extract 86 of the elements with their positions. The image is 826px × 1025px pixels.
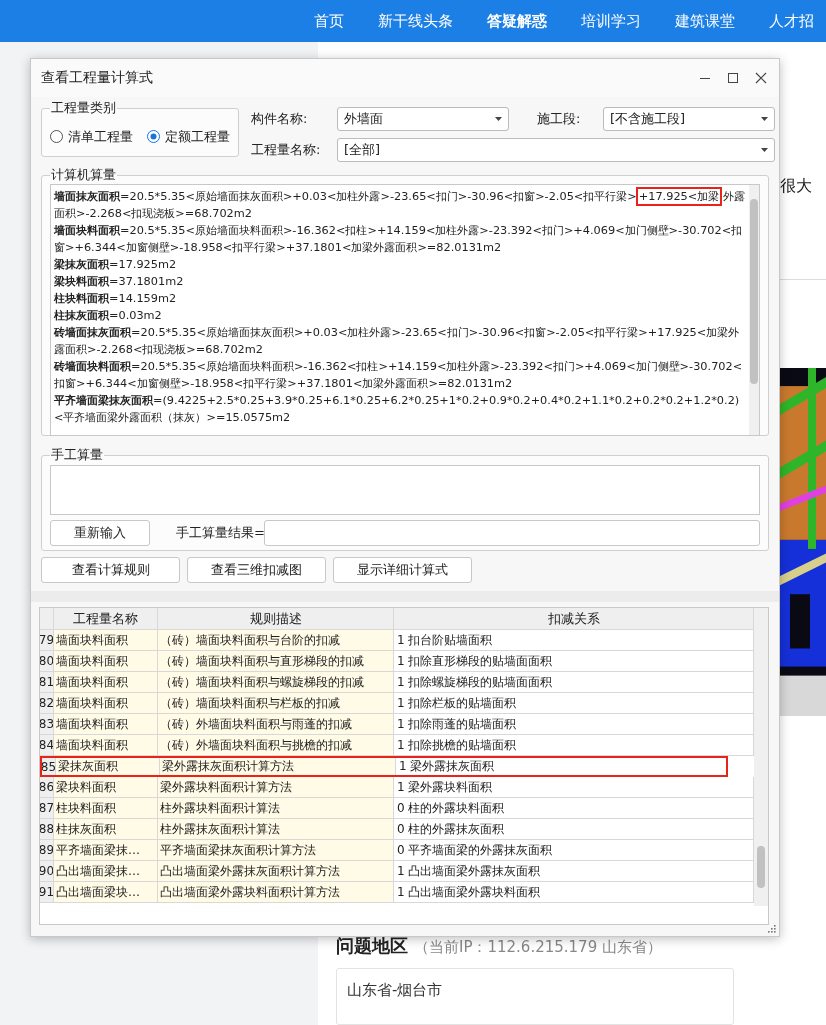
field-label: 构件名称: [251, 110, 309, 128]
table-cell: 平齐墙面梁抹… [54, 840, 158, 860]
group-label: 计算机算量 [50, 166, 117, 184]
section-title: 问题地区 [336, 934, 408, 959]
caret-icon[interactable] [761, 148, 768, 152]
nav-link[interactable]: 培训学习 [581, 11, 641, 31]
formula-text: 砖墙面抹灰面积=20.5*5.35<原始墙面抹灰面积>+0.03<加柱外露>-23.65<扣门>-30.96<扣窗>-2.05<扣平行梁>+17.925<加梁外露面积>-2.268<扣现浇板>=68.702m2 [54, 325, 741, 358]
table-cell: （砖）墙面块料面积与螺旋梯段的扣减 [158, 672, 394, 692]
row-number: 80 [40, 651, 54, 671]
row-number: 87 [40, 798, 54, 818]
maximize-icon[interactable] [727, 72, 739, 84]
table-cell: 凸出墙面梁块… [54, 882, 158, 902]
formula-text: 墙面抹灰面积=20.5*5.35<原始墙面抹灰面积>+0.03<加柱外露>-23.65<扣门>-30.96<扣窗>-2.05<扣平行梁> +17.925<加梁 外露面积>-2.268<扣现浇板>=68.702m2 [54, 188, 747, 222]
text-snippet: 很大 [780, 176, 813, 197]
radio-button[interactable]: 定额工程量 [147, 127, 230, 146]
formula-text: 柱块料面积=14.159m2 [54, 291, 178, 307]
table-cell: （砖）墙面块料面积与台阶的扣减 [158, 630, 394, 650]
table-cell: 墙面块料面积 [54, 714, 158, 734]
formula-text: 平齐墙面梁抹灰面积=(9.4225+2.5*0.25+3.9*0.25+6.1*0.25+6.2*0.25+1*0.2+0.9*0.2+0.4*0.2+1.1*0.2+0.2*0.2+1.2*0.2)<平齐墙面梁外露面积（抹灰）>=15.0575m2 [54, 393, 741, 426]
row-number: 81 [40, 672, 54, 692]
caret-icon[interactable] [761, 117, 768, 121]
nav-link[interactable]: 新干线头条 [378, 11, 453, 31]
caret-icon[interactable] [495, 117, 502, 121]
input-field[interactable] [50, 465, 760, 515]
row-number: 83 [40, 714, 54, 734]
scrollbar[interactable] [749, 185, 759, 435]
table-cell: 柱抹灰面积 [54, 819, 158, 839]
table-cell: （砖）墙面块料面积与栏板的扣减 [158, 693, 394, 713]
table-cell: 梁外露块料面积计算方法 [158, 777, 394, 797]
field-label: 施工段: [537, 110, 582, 128]
group-label: 手工算量 [50, 446, 104, 464]
scrollbar[interactable] [754, 608, 768, 906]
window-title: 查看工程量计算式 [41, 69, 154, 87]
action-button[interactable]: 显示详细计算式 [333, 557, 472, 583]
nav-link[interactable]: 首页 [314, 11, 344, 31]
formula-text: 砖墙面块料面积=20.5*5.35<原始墙面块料面积>-16.362<扣柱>+14.159<加柱外露>-23.392<扣门>+4.069<加门侧壁>-30.702<扣窗>+6.344<加窗侧壁>-18.958<扣平行梁>+37.1801<加梁外露面积>=82.0131m2 [54, 359, 744, 392]
nav-link[interactable]: 建筑课堂 [675, 11, 735, 31]
close-icon[interactable] [755, 72, 767, 84]
row-number: 84 [40, 735, 54, 755]
group-label: 工程量类别 [50, 99, 117, 117]
input-field[interactable] [264, 520, 760, 546]
table-cell: 墙面块料面积 [54, 630, 158, 650]
region-field[interactable]: 山东省-烟台市 [336, 968, 734, 1025]
row-number: 90 [40, 861, 54, 881]
field-label: 手工算量结果= [176, 524, 262, 542]
table-cell: 柱外露抹灰面积计算法 [158, 819, 394, 839]
ip-note: （当前IP：112.6.215.179 山东省） [414, 938, 662, 958]
nav-link[interactable]: 答疑解惑 [487, 11, 547, 31]
table-cell: 柱块料面积 [54, 798, 158, 818]
row-number: 79 [40, 630, 54, 650]
reset-button[interactable]: 重新输入 [50, 520, 150, 546]
row-number: 88 [40, 819, 54, 839]
table-cell: （砖）外墙面块料面积与挑檐的扣减 [158, 735, 394, 755]
table-cell: 凸出墙面梁外露抹灰面积计算方法 [158, 861, 394, 881]
table-cell: 梁块料面积 [54, 777, 158, 797]
formula-text: 梁抹灰面积=17.925m2 [54, 257, 178, 273]
action-button[interactable]: 查看三维扣减图 [187, 557, 326, 583]
formula-text: 柱抹灰面积=0.03m2 [54, 308, 163, 324]
table-cell: 平齐墙面梁抹灰面积计算方法 [158, 840, 394, 860]
row-number: 89 [40, 840, 54, 860]
formula-text: 墙面块料面积=20.5*5.35<原始墙面块料面积>-16.362<扣柱>+14.159<加柱外露>-23.392<扣门>+4.069<加门侧壁>-30.702<扣窗>+6.344<加窗侧壁>-18.958<扣平行梁>+37.1801<加梁外露面积>=82.0131m2 [54, 223, 744, 256]
table-cell: 梁外露抹灰面积计算方法 [160, 758, 396, 775]
row-number: 86 [40, 777, 54, 797]
field-label: 工程量名称: [251, 141, 322, 159]
table-cell: 墙面块料面积 [54, 651, 158, 671]
table-cell: （砖）外墙面块料面积与雨蓬的扣减 [158, 714, 394, 734]
table-cell: （砖）墙面块料面积与直形梯段的扣减 [158, 651, 394, 671]
radio-button[interactable]: 清单工程量 [50, 127, 133, 146]
table-cell: 梁抹灰面积 [56, 758, 160, 775]
dropdown[interactable]: [不含施工段] [603, 107, 775, 131]
nav-link[interactable]: 人才招 [769, 11, 814, 31]
row-number: 82 [40, 693, 54, 713]
resize-grip-icon[interactable] [768, 925, 776, 933]
table-cell: 凸出墙面梁外露块料面积计算方法 [158, 882, 394, 902]
row-number: 85 [42, 758, 56, 775]
row-number: 91 [40, 882, 54, 902]
action-button[interactable]: 查看计算规则 [41, 557, 180, 583]
table-cell: 墙面块料面积 [54, 693, 158, 713]
table-cell: 墙面块料面积 [54, 735, 158, 755]
dropdown[interactable]: 外墙面 [337, 107, 509, 131]
table-cell: 墙面块料面积 [54, 672, 158, 692]
dropdown[interactable]: [全部] [337, 138, 775, 162]
table-cell: 凸出墙面梁抹… [54, 861, 158, 881]
formula-text: 梁块料面积=37.1801m2 [54, 274, 185, 290]
table-cell-text: 1 梁外露抹灰面积 [398, 758, 496, 775]
table-cell: 柱外露块料面积计算法 [158, 798, 394, 818]
